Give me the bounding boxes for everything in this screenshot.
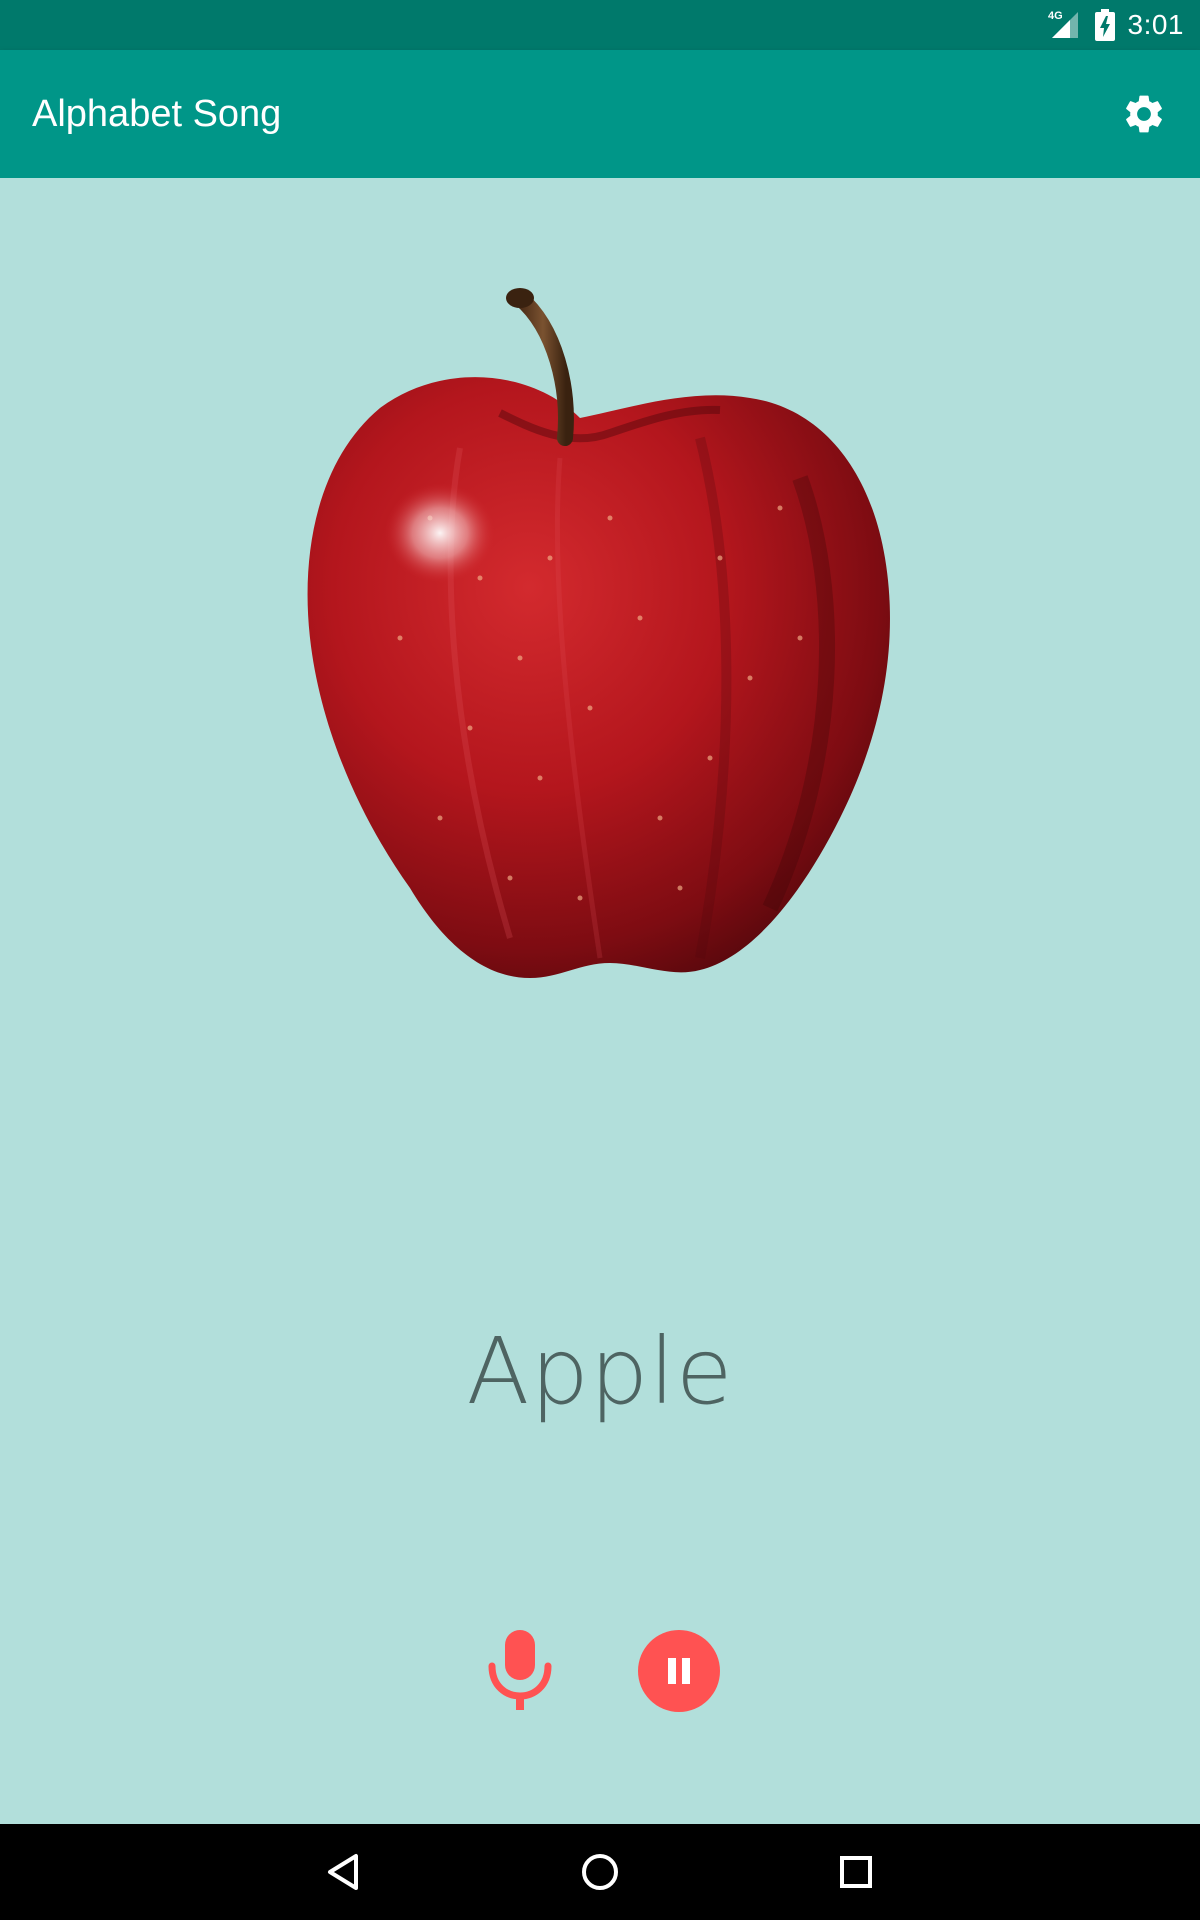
cellular-signal-icon: 4G [1048, 10, 1078, 38]
navigation-bar [0, 1824, 1200, 1920]
microphone-icon [488, 1630, 552, 1710]
back-triangle-icon [328, 1854, 358, 1890]
recents-square-icon [840, 1856, 872, 1888]
settings-button[interactable] [1114, 84, 1174, 144]
back-button[interactable] [314, 1842, 374, 1902]
microphone-button[interactable] [480, 1628, 560, 1712]
battery-charging-icon [1094, 9, 1115, 41]
home-circle-icon [582, 1854, 618, 1890]
status-time: 3:01 [1127, 9, 1184, 40]
pause-icon [668, 1658, 690, 1684]
letter-card: Apple [0, 178, 1200, 1824]
network-type-label: 4G [1048, 10, 1063, 22]
app-title: Alphabet Song [32, 93, 282, 135]
home-button[interactable] [570, 1842, 630, 1902]
app-bar: Alphabet Song [0, 50, 1200, 178]
status-icons: 4G 3:01 [1048, 0, 1185, 50]
pause-button[interactable] [638, 1630, 720, 1712]
word-label: Apple [466, 1318, 734, 1425]
playback-controls [0, 1608, 1200, 1728]
apple-image[interactable] [280, 258, 920, 1058]
status-bar: 4G 3:01 [0, 0, 1200, 50]
recents-button[interactable] [826, 1842, 886, 1902]
gear-icon [1126, 95, 1162, 133]
